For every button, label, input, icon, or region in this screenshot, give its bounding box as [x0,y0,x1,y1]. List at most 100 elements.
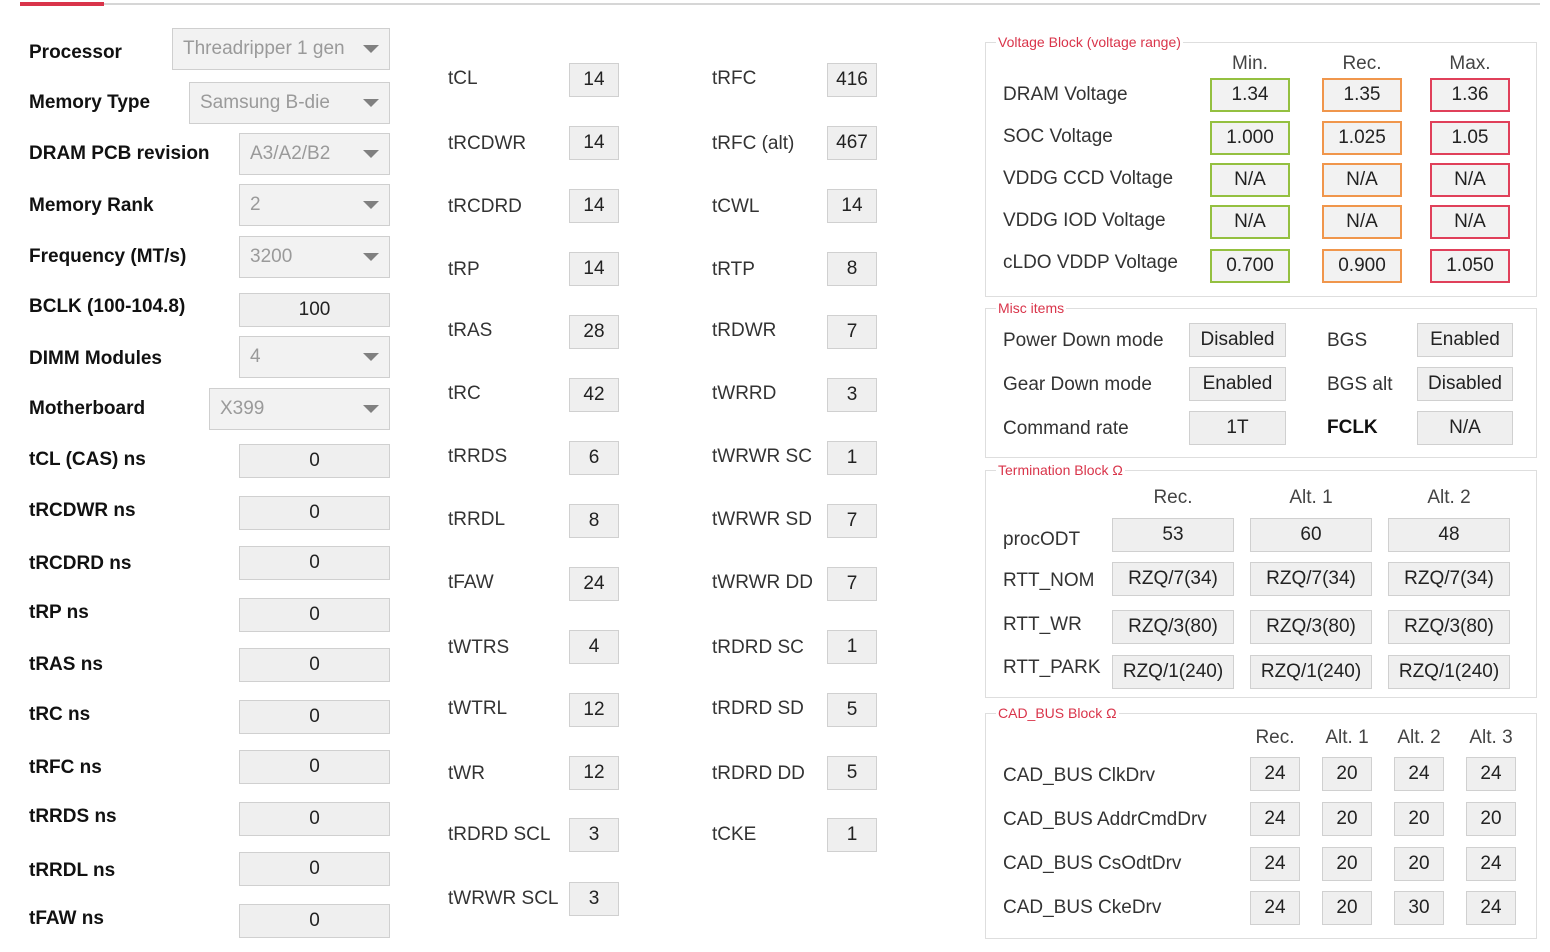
ns-field-input[interactable]: 0 [239,444,390,478]
ns-field-label: tCL (CAS) ns [29,449,146,470]
memory-rank-select[interactable]: 2 [239,184,390,226]
ns-field-input[interactable]: 0 [239,648,390,682]
termination-value: RZQ/7(34) [1250,562,1372,596]
fclk-value: N/A [1417,411,1513,445]
termination-header-rec: Rec. [1153,487,1193,508]
timing-label: tRTP [712,259,755,280]
ns-field-input[interactable]: 0 [239,598,390,632]
voltage-min-value: N/A [1210,205,1290,239]
ns-field-input[interactable]: 0 [239,700,390,734]
voltage-row-label: SOC Voltage [1003,126,1113,147]
timing-input[interactable]: 14 [569,63,619,97]
timing-input[interactable]: 3 [827,378,877,412]
termination-row-label: RTT_NOM [1003,570,1095,591]
timing-input[interactable]: 6 [569,441,619,475]
ns-field-input[interactable]: 0 [239,546,390,580]
cadbus-value: 24 [1466,757,1516,791]
voltage-block-title: Voltage Block (voltage range) [996,34,1183,50]
timing-input[interactable]: 1 [827,441,877,475]
ns-field-input[interactable]: 0 [239,496,390,530]
memory-type-select[interactable]: Samsung B-die [189,82,390,124]
termination-value: 53 [1112,518,1234,552]
timing-label: tRAS [448,320,493,341]
command-rate-label: Command rate [1003,418,1129,439]
cadbus-value: 20 [1322,802,1372,836]
gear-down-value: Enabled [1189,367,1286,401]
cadbus-value: 24 [1250,757,1300,791]
termination-value: RZQ/1(240) [1388,655,1510,689]
ns-field-input[interactable]: 0 [239,904,390,938]
dimm-modules-select[interactable]: 4 [239,336,390,378]
active-tab-indicator [20,2,104,6]
bgs-value: Enabled [1417,323,1513,357]
timing-input[interactable]: 14 [569,252,619,286]
cadbus-value: 24 [1250,847,1300,881]
cadbus-value: 24 [1466,847,1516,881]
pcb-revision-select[interactable]: A3/A2/B2 [239,133,390,175]
timing-input[interactable]: 1 [827,818,877,852]
timing-input[interactable]: 42 [569,378,619,412]
timing-input[interactable]: 14 [569,126,619,160]
timing-input[interactable]: 7 [827,504,877,538]
voltage-rec-value: N/A [1322,205,1402,239]
motherboard-select[interactable]: X399 [209,388,390,430]
timing-input[interactable]: 416 [827,63,877,97]
timing-input[interactable]: 7 [827,567,877,601]
timing-input[interactable]: 8 [569,504,619,538]
timing-input[interactable]: 3 [569,882,619,916]
timing-label: tWRWR DD [712,572,813,593]
timing-input[interactable]: 7 [827,315,877,349]
timing-label: tCWL [712,196,760,217]
cadbus-value: 20 [1322,847,1372,881]
timing-input[interactable]: 8 [827,252,877,286]
timing-input[interactable]: 3 [569,818,619,852]
timing-input[interactable]: 14 [827,189,877,223]
cadbus-header-alt3: Alt. 3 [1469,727,1513,748]
ns-field-label: tRP ns [29,602,89,623]
termination-row-label: RTT_WR [1003,614,1082,635]
timing-label: tRDWR [712,320,777,341]
timing-input[interactable]: 5 [827,693,877,727]
termination-value: RZQ/7(34) [1388,562,1510,596]
timing-label: tRCDRD [448,196,522,217]
processor-label: Processor [29,42,122,63]
timing-label: tRRDL [448,509,506,530]
termination-row-label: procODT [1003,529,1081,550]
timing-input[interactable]: 4 [569,630,619,664]
timing-label: tRC [448,383,481,404]
voltage-max-value: 1.050 [1430,249,1510,283]
timing-label: tWRWR SCL [448,888,559,909]
bclk-input[interactable]: 100 [239,293,390,327]
ns-field-input[interactable]: 0 [239,852,390,886]
voltage-rec-value: 1.025 [1322,121,1402,155]
ns-field-input[interactable]: 0 [239,802,390,836]
timing-label: tWTRL [448,698,508,719]
chevron-down-icon [363,201,379,209]
timing-input[interactable]: 1 [827,630,877,664]
timing-label: tWRRD [712,383,777,404]
voltage-max-value: 1.05 [1430,121,1510,155]
timing-input[interactable]: 24 [569,567,619,601]
frequency-select[interactable]: 3200 [239,236,390,278]
processor-select[interactable]: Threadripper 1 gen [172,28,390,70]
ns-field-label: tRAS ns [29,654,103,675]
timing-label: tWR [448,763,485,784]
cadbus-header-alt1: Alt. 1 [1325,727,1369,748]
timing-label: tRRDS [448,446,508,467]
timing-input[interactable]: 467 [827,126,877,160]
dimm-modules-value: 4 [250,346,261,367]
chevron-down-icon [363,45,379,53]
timing-input[interactable]: 28 [569,315,619,349]
termination-value: RZQ/3(80) [1250,610,1372,644]
timing-input[interactable]: 12 [569,756,619,790]
voltage-row-label: VDDG CCD Voltage [1003,168,1174,189]
timing-input[interactable]: 14 [569,189,619,223]
timing-input[interactable]: 5 [827,756,877,790]
cadbus-header-rec: Rec. [1255,727,1295,748]
timing-input[interactable]: 12 [569,693,619,727]
timing-label: tRFC (alt) [712,133,795,154]
cadbus-value: 20 [1394,847,1444,881]
timing-label: tWRWR SC [712,446,812,467]
command-rate-value: 1T [1189,411,1286,445]
ns-field-input[interactable]: 0 [239,750,390,784]
